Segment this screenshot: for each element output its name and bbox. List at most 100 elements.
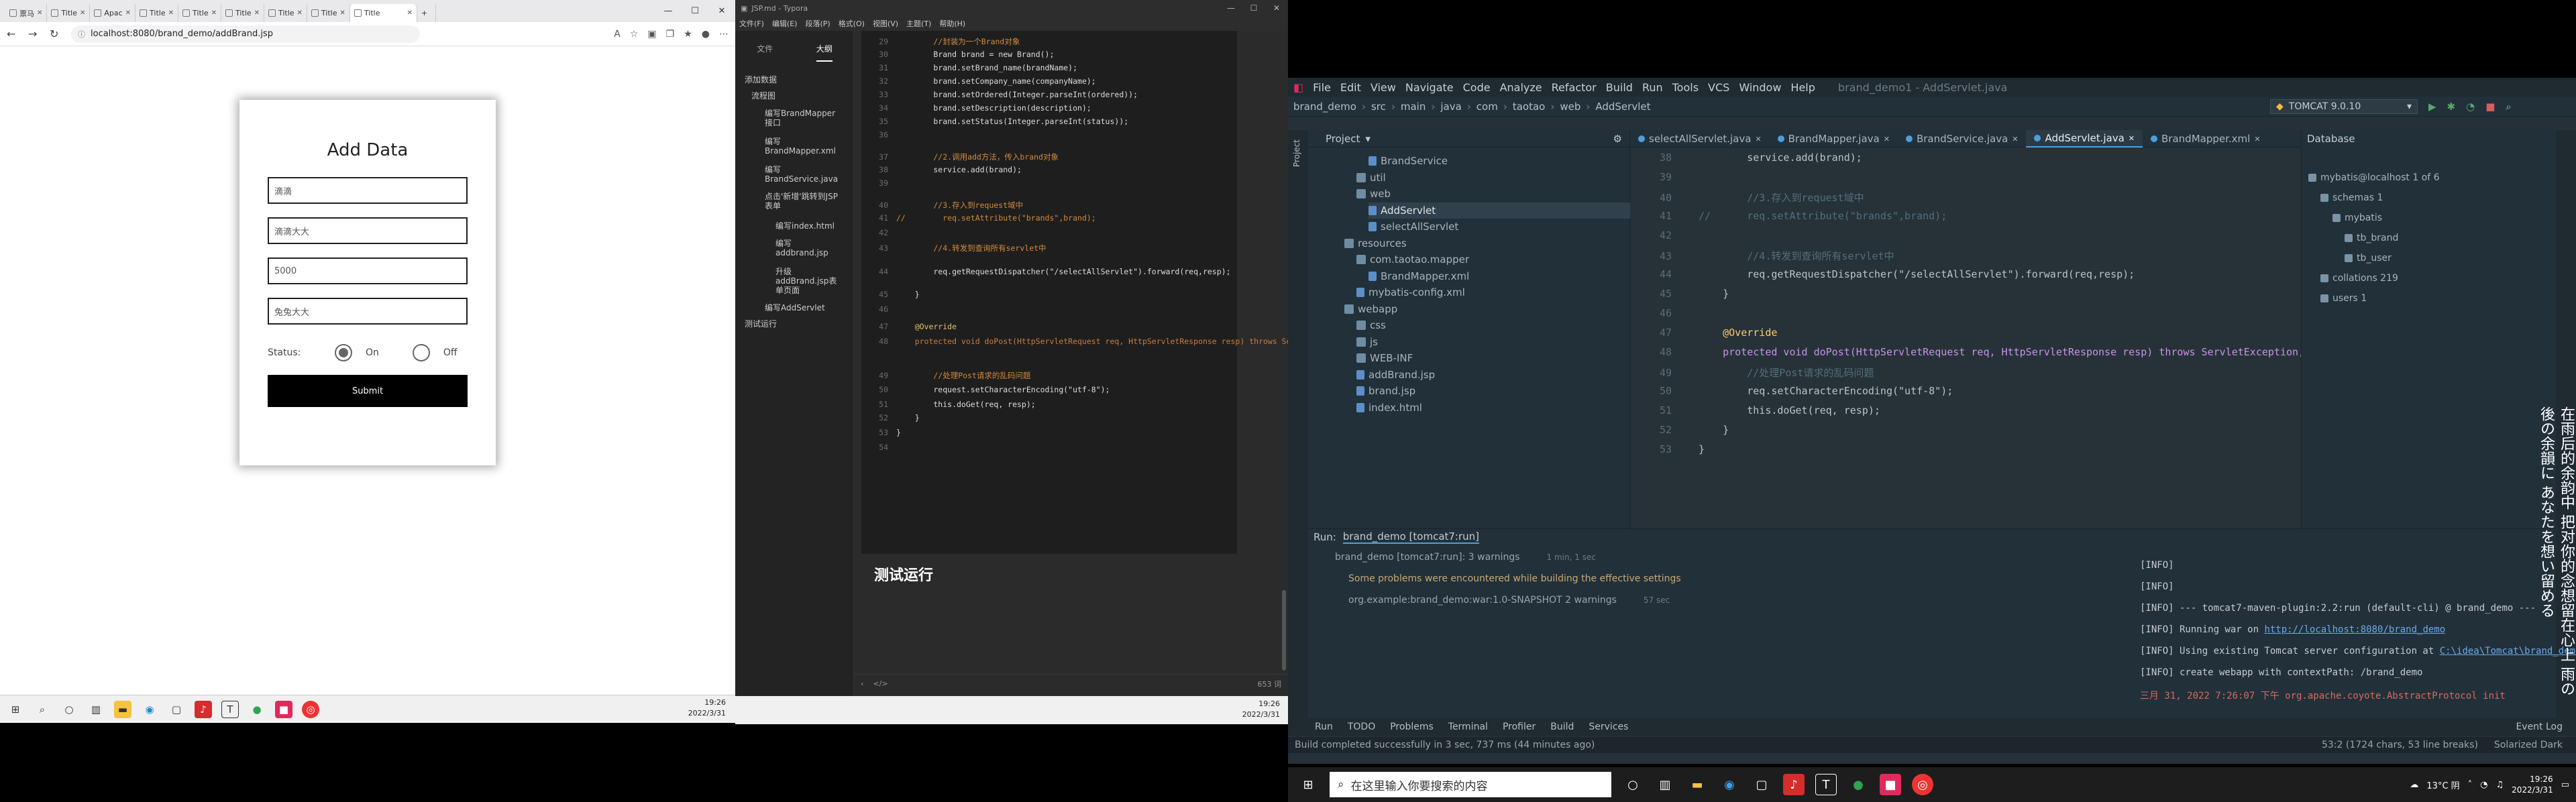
typora-menu-item[interactable]: 主题(T) [906, 18, 931, 29]
file-explorer-icon[interactable]: ▬ [114, 700, 131, 718]
task-view-icon[interactable]: ▥ [87, 701, 105, 718]
tool-window-button[interactable]: Problems [1390, 722, 1434, 732]
favorites-icon[interactable]: ★ [684, 29, 692, 40]
windows-start-icon[interactable]: ⊞ [7, 701, 24, 718]
maximize-icon[interactable]: ☐ [682, 0, 708, 22]
project-tree-item[interactable]: AddServlet [1368, 202, 1630, 219]
close-icon[interactable]: ✕ [407, 9, 413, 17]
run-tree-item[interactable]: org.example:brand_demo:war:1.0-SNAPSHOT … [1348, 595, 1670, 606]
breadcrumb-item[interactable]: java [1440, 101, 1461, 113]
outline-item[interactable]: 编写BrandService.java [765, 165, 843, 184]
typora-scrollbar[interactable] [1282, 590, 1286, 671]
idea-icon[interactable]: ■ [1880, 774, 1901, 795]
app-icon[interactable]: ▢ [168, 701, 185, 718]
tab-outline[interactable]: 大纲 [816, 43, 833, 62]
description-input[interactable]: 兔兔大大 [268, 298, 468, 325]
source-mode-icon[interactable]: </> [873, 679, 888, 688]
forward-icon[interactable]: → [28, 27, 40, 40]
close-icon[interactable]: ✕ [125, 9, 131, 17]
tool-window-button[interactable]: Event Log [2516, 722, 2563, 732]
close-icon[interactable]: ✕ [2129, 134, 2135, 143]
idea-menu-item[interactable]: Code [1463, 81, 1491, 94]
typora-menu-item[interactable]: 文件(F) [739, 18, 764, 29]
tool-window-button[interactable]: Profiler [1503, 722, 1536, 732]
caret-position[interactable]: 53:2 (1724 chars, 53 line breaks) [2322, 740, 2478, 750]
typora-menu-item[interactable]: 视图(V) [873, 18, 898, 29]
database-tree-item[interactable]: collations 219 [2320, 271, 2398, 286]
breadcrumb-item[interactable]: main [1401, 101, 1426, 113]
file-explorer-icon[interactable]: ▬ [1686, 774, 1708, 795]
editor-tab[interactable]: BrandService.java ✕ [1898, 130, 2027, 148]
outline-item[interactable]: 编写AddServlet [765, 303, 843, 312]
breadcrumb-item[interactable]: web [1560, 101, 1580, 113]
weather-text[interactable]: 13°C 阴 [2426, 779, 2459, 791]
browser-tab[interactable]: Apac ✕ [90, 4, 136, 22]
project-tree-item[interactable]: index.html [1356, 400, 1630, 416]
outline-item[interactable]: 编写BrandMapper接口 [765, 109, 843, 127]
idea-menu-item[interactable]: Window [1739, 81, 1781, 94]
tab-files[interactable]: 文件 [757, 43, 773, 62]
idea-menu-item[interactable]: View [1371, 81, 1396, 94]
browser-tab[interactable]: Title ✕ [307, 4, 350, 22]
collections-icon[interactable]: ❐ [666, 29, 675, 40]
outline-item[interactable]: 编写BrandMapper.xml [765, 137, 843, 156]
project-tree-item[interactable]: resources [1344, 235, 1630, 251]
more-icon[interactable]: ⋯ [719, 29, 729, 40]
new-tab-button[interactable]: + [417, 4, 436, 22]
close-icon[interactable]: ✕ [1265, 0, 1288, 16]
project-tree-item[interactable]: brand.jsp [1356, 383, 1630, 399]
project-tree-item[interactable]: addBrand.jsp [1356, 367, 1630, 383]
browser-tab[interactable]: Title ✕ [350, 4, 417, 22]
minimize-icon[interactable]: — [1220, 0, 1242, 16]
idea-icon[interactable]: ■ [275, 700, 292, 718]
project-tree-item[interactable]: BrandService [1368, 153, 1630, 169]
database-tree-item[interactable]: users 1 [2320, 291, 2367, 306]
breadcrumb-item[interactable]: com [1477, 101, 1498, 113]
app-icon[interactable]: ▢ [1751, 774, 1772, 795]
search-icon[interactable]: ⌕ [34, 701, 51, 718]
close-icon[interactable]: ✕ [2012, 135, 2018, 144]
read-aloud-icon[interactable]: A [614, 29, 621, 40]
reload-icon[interactable]: ↻ [50, 27, 62, 40]
browser-tab[interactable]: Title ✕ [221, 4, 264, 22]
star-icon[interactable]: ☆ [630, 29, 639, 40]
idea-menu-item[interactable]: Navigate [1405, 81, 1454, 94]
project-tree-item[interactable]: WEB-INF [1356, 350, 1630, 366]
edge-icon[interactable]: ◉ [1719, 774, 1740, 795]
cortana-icon[interactable]: ○ [60, 701, 78, 718]
database-tree-item[interactable]: schemas 1 [2320, 190, 2383, 205]
pycharm-icon[interactable]: ● [248, 701, 266, 718]
close-icon[interactable]: ✕ [254, 9, 260, 17]
typora-menu-item[interactable]: 帮助(H) [939, 18, 965, 29]
task-view-icon[interactable]: ▥ [1654, 774, 1676, 795]
close-icon[interactable]: ✕ [340, 9, 345, 17]
idea-menu-item[interactable]: Build [1606, 81, 1633, 94]
database-tree-item[interactable]: mybatis@localhost 1 of 6 [2308, 170, 2440, 185]
outline-item[interactable]: 点击'新增'跳转到JSP表单 [765, 192, 843, 211]
tool-window-button[interactable]: Terminal [1448, 722, 1488, 732]
ordered-input[interactable]: 5000 [268, 257, 468, 284]
outline-item[interactable]: 添加数据 [745, 75, 843, 84]
status-on-radio[interactable] [335, 344, 352, 361]
run-configuration-select[interactable]: ◆ TOMCAT 9.0.10 ▾ [2270, 99, 2418, 114]
run-tree-item[interactable]: Some problems were encountered while bui… [1348, 573, 1708, 584]
idea-menu-item[interactable]: Help [1790, 81, 1815, 94]
run-tree-item[interactable]: brand_demo [tomcat7:run]: 3 warnings 1 mi… [1335, 552, 1596, 563]
outline-item[interactable]: 升级addBrand.jsp表单页面 [775, 267, 843, 295]
typora-menu-item[interactable]: 格式(O) [839, 18, 865, 29]
project-tree-item[interactable]: css [1356, 317, 1630, 333]
project-tree-item[interactable]: js [1356, 334, 1630, 350]
project-tree-item[interactable]: com.taotao.mapper [1356, 251, 1630, 268]
breadcrumb-item[interactable]: taotao [1513, 101, 1546, 113]
netease-icon[interactable]: ♪ [1783, 774, 1805, 795]
editor-tab[interactable]: selectAllServlet.java ✕ [1630, 130, 1770, 148]
database-tree-item[interactable]: tb_brand [2345, 231, 2398, 245]
typora-menu-item[interactable]: 段落(P) [805, 18, 830, 29]
music-icon[interactable]: ◎ [302, 700, 319, 718]
code-editor[interactable]: 38 service.add(brand); 39 40 //3.存入到reques… [1630, 148, 2304, 528]
right-clock[interactable]: 19:26 2022/3/31 [2512, 774, 2553, 795]
close-icon[interactable]: ✕ [168, 9, 174, 17]
idea-menu-item[interactable]: File [1313, 81, 1331, 94]
browser-tab[interactable]: Title ✕ [136, 4, 179, 22]
music-icon[interactable]: ◎ [1912, 774, 1933, 795]
